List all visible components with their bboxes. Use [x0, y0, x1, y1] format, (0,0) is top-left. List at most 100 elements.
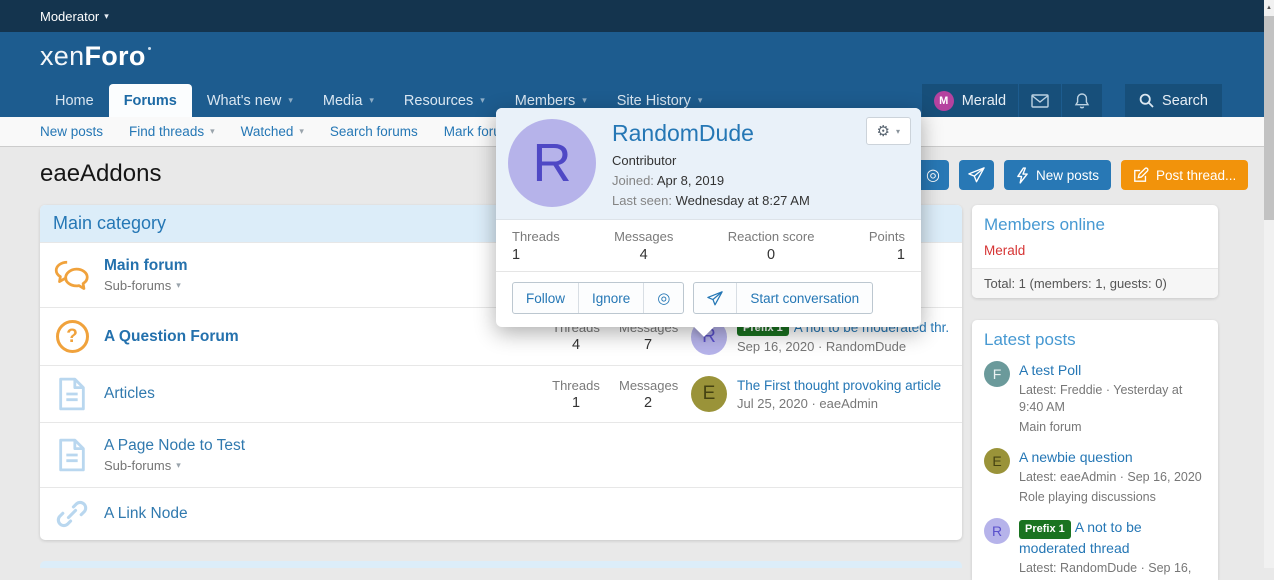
lightning-bolt-icon	[1016, 167, 1029, 184]
nav-item-resources[interactable]: Resources ▾	[389, 84, 500, 117]
forum-link[interactable]: Main forum	[1019, 419, 1206, 437]
avatar[interactable]: R	[984, 518, 1010, 544]
bell-icon	[1074, 92, 1090, 109]
thread-link[interactable]: A newbie question	[1019, 448, 1202, 467]
threads-stat: Threads 1	[547, 378, 605, 411]
last-post-meta[interactable]: Jul 25, 2020 · eaeAdmin	[737, 396, 941, 411]
forum-main: A Page Node to Test Sub-forums ▾	[104, 437, 949, 473]
members-online-list: Merald	[972, 241, 1218, 268]
stat-reaction-score: Reaction score 0	[728, 229, 815, 263]
nav-site-history-label: Site History	[617, 93, 691, 109]
follow-button[interactable]: Follow	[513, 283, 578, 313]
stat-value: 0	[728, 247, 815, 263]
subnav-watched[interactable]: Watched ▾	[241, 124, 304, 139]
thread-link[interactable]: A test Poll	[1019, 361, 1206, 380]
subnav-find-threads-label: Find threads	[129, 124, 204, 139]
avatar: M	[934, 91, 954, 111]
avatar[interactable]: E	[691, 376, 727, 412]
moderator-label: Moderator	[40, 9, 99, 24]
member-role: Contributor	[612, 153, 810, 168]
latest-post-body: A newbie question Latest: eaeAdmin · Sep…	[1019, 448, 1202, 506]
subnav-watched-label: Watched	[241, 124, 294, 139]
last-post-meta[interactable]: Sep 16, 2020 · RandomDude	[737, 339, 949, 354]
messages-label: Messages	[619, 378, 677, 393]
stat-messages: Messages 4	[614, 229, 673, 263]
account-menu[interactable]: M Merald	[922, 84, 1018, 117]
start-conversation-button[interactable]: Start conversation	[736, 283, 872, 313]
scrollbar-thumb[interactable]	[1264, 16, 1274, 220]
search-button[interactable]: Search	[1125, 84, 1222, 117]
bullseye-icon: ◎	[926, 165, 940, 185]
forum-link[interactable]: Role playing discussions	[1019, 489, 1202, 507]
member-tooltip-card: R RandomDude Contributor Joined: Apr 8, …	[496, 108, 921, 327]
nav-item-media[interactable]: Media ▾	[308, 84, 389, 117]
online-member-link[interactable]: Merald	[984, 243, 1025, 258]
nav-item-forums[interactable]: Forums	[109, 84, 192, 117]
document-icon	[53, 438, 91, 472]
alerts-button[interactable]	[1061, 84, 1102, 117]
member-stats: Threads 1 Messages 4 Reaction score 0 Po…	[496, 220, 921, 272]
paper-plane-icon	[707, 291, 723, 306]
subforums-toggle[interactable]: Sub-forums ▾	[104, 458, 949, 473]
messages-count: 2	[619, 395, 677, 411]
chevron-down-icon: ▾	[582, 95, 587, 106]
new-posts-button[interactable]: New posts	[1004, 160, 1111, 190]
ignore-button[interactable]: Ignore	[578, 283, 643, 313]
quick-message-button[interactable]	[694, 283, 736, 313]
threads-count: 1	[547, 395, 605, 411]
forum-row-link-node: A Link Node	[40, 487, 962, 540]
avatar[interactable]: E	[984, 448, 1010, 474]
moderator-menu[interactable]: Moderator ▾	[40, 9, 109, 24]
nav-item-whats-new[interactable]: What's new ▾	[192, 84, 308, 117]
thread-prefix-badge[interactable]: Prefix 1	[1019, 520, 1071, 539]
member-name-link[interactable]: RandomDude	[612, 120, 810, 147]
question-glyph: ?	[66, 326, 78, 348]
last-post-text: The First thought provoking article Jul …	[737, 378, 941, 411]
scrollbar[interactable]: ▲	[1264, 0, 1274, 568]
logo-foro: Foro	[84, 41, 145, 71]
nav-home-label: Home	[55, 93, 94, 109]
watch-member-button[interactable]: ◎	[643, 283, 683, 313]
latest-post-item: F A test Poll Latest: Freddie · Yesterda…	[972, 356, 1218, 443]
subnav-find-threads[interactable]: Find threads ▾	[129, 124, 215, 139]
chevron-down-icon: ▾	[896, 127, 900, 136]
latest-post-meta[interactable]: Latest: RandomDude · Sep 16,	[1019, 560, 1206, 578]
moderator-bar: Moderator ▾	[0, 0, 1274, 32]
member-card-info: RandomDude Contributor Joined: Apr 8, 20…	[612, 119, 810, 208]
logo-trademark-dot	[148, 47, 151, 50]
category-title: Main category	[53, 213, 166, 233]
share-button[interactable]	[959, 160, 994, 190]
watch-forum-button[interactable]: ◎	[917, 160, 949, 190]
subnav-search-forums[interactable]: Search forums	[330, 124, 418, 139]
question-circle-icon: ?	[53, 320, 91, 353]
xenforo-logo[interactable]: xenForo	[40, 41, 151, 72]
stat-label: Reaction score	[728, 229, 815, 244]
thread-link[interactable]: The First thought provoking article	[737, 378, 941, 393]
member-options-button[interactable]: ⚙ ▾	[866, 117, 911, 145]
chevron-down-icon: ▾	[299, 126, 304, 137]
next-category-block	[40, 561, 962, 568]
nav-media-label: Media	[323, 93, 363, 109]
latest-post-meta[interactable]: Latest: Freddie · Yesterday at 9:40 AM	[1019, 382, 1206, 417]
forum-main: Articles	[104, 385, 547, 403]
nav-item-home[interactable]: Home	[40, 84, 109, 117]
stat-label: Messages	[614, 229, 673, 244]
subforums-label: Sub-forums	[104, 278, 171, 293]
forum-link-page-node[interactable]: A Page Node to Test	[104, 437, 245, 455]
post-thread-label: Post thread...	[1156, 168, 1236, 183]
forum-link-articles[interactable]: Articles	[104, 385, 155, 403]
forum-link-question-forum[interactable]: A Question Forum	[104, 328, 239, 346]
inbox-button[interactable]	[1018, 84, 1061, 117]
forum-link-link-node[interactable]: A Link Node	[104, 505, 188, 523]
member-card-actions: Follow Ignore ◎ Start conversation	[496, 272, 921, 327]
latest-post-item: R Prefix 1A not to be moderated thread L…	[972, 513, 1218, 580]
paper-plane-icon	[968, 167, 985, 183]
scroll-up-button[interactable]: ▲	[1264, 0, 1274, 15]
latest-post-meta[interactable]: Latest: eaeAdmin · Sep 16, 2020	[1019, 469, 1202, 487]
stat-points: Points 1	[869, 229, 905, 263]
subnav-new-posts[interactable]: New posts	[40, 124, 103, 139]
avatar[interactable]: R	[508, 119, 596, 207]
forum-link-main-forum[interactable]: Main forum	[104, 257, 188, 275]
avatar[interactable]: F	[984, 361, 1010, 387]
post-thread-button[interactable]: Post thread...	[1121, 160, 1248, 190]
